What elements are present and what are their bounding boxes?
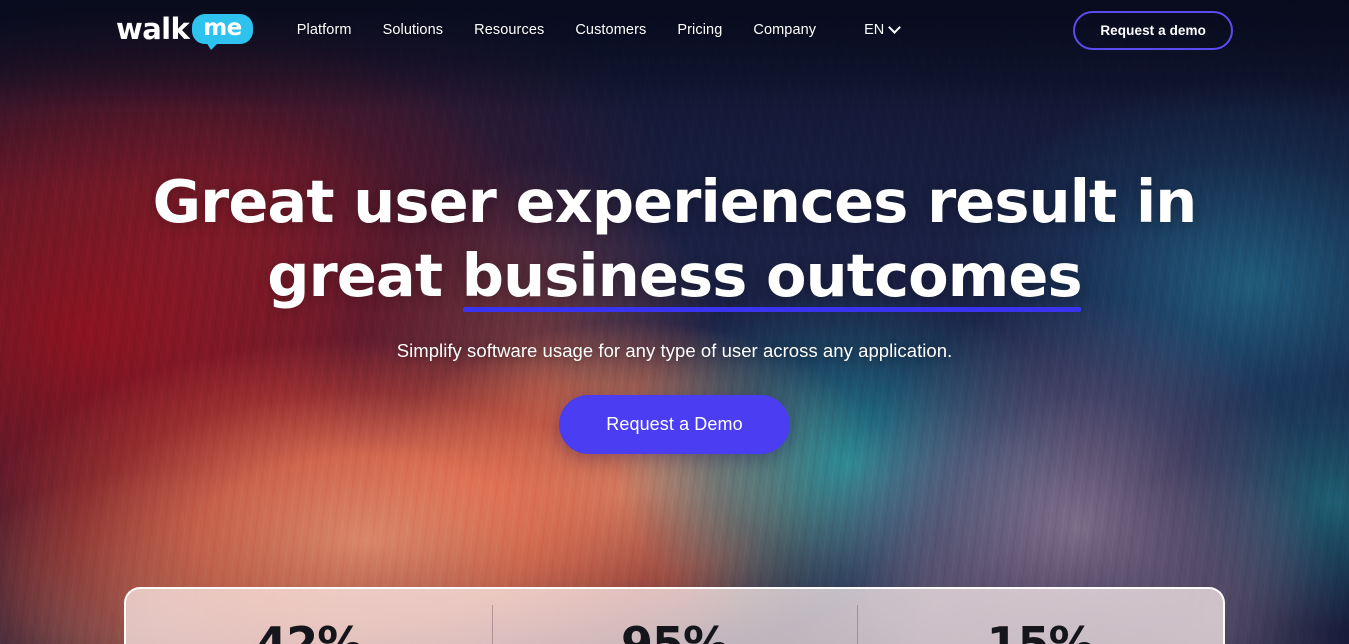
hero-headline-line-2: business outcomes (462, 239, 1083, 313)
hero-subtitle: Simplify software usage for any type of … (396, 339, 953, 361)
walkme-logo[interactable]: walk me (116, 12, 253, 50)
stats-card: 42% 95% 15% (124, 587, 1225, 644)
hero-headline: Great user experiences result in great b… (130, 165, 1220, 314)
stat-value: 95% (620, 617, 729, 644)
nav-item-pricing[interactable]: Pricing (677, 22, 722, 38)
stat-item-1: 42% (126, 589, 492, 644)
logo-bubble-text: me (203, 15, 242, 41)
language-selector[interactable]: EN (864, 20, 902, 38)
nav-item-solutions[interactable]: Solutions (383, 22, 444, 38)
logo-speech-bubble-icon: me (192, 14, 253, 50)
stat-value: 42% (255, 617, 363, 644)
nav-item-platform[interactable]: Platform (297, 22, 352, 38)
nav-item-customers[interactable]: Customers (575, 22, 646, 38)
logo-wordmark: walk (116, 12, 190, 46)
hero-section: Great user experiences result in great b… (0, 0, 1349, 644)
nav-item-company[interactable]: Company (753, 22, 816, 38)
request-demo-header-button[interactable]: Request a demo (1073, 10, 1233, 50)
stat-item-2: 95% (491, 589, 858, 644)
stat-item-3: 15% (857, 589, 1223, 644)
language-label: EN (864, 22, 885, 38)
site-header: walk me Platform Solutions Resources Cus… (0, 0, 1349, 60)
stat-value: 15% (986, 617, 1095, 644)
main-navigation: Platform Solutions Resources Customers P… (297, 20, 902, 38)
nav-item-resources[interactable]: Resources (474, 22, 544, 38)
chevron-down-icon (888, 20, 902, 34)
request-demo-cta-button[interactable]: Request a Demo (559, 394, 790, 454)
